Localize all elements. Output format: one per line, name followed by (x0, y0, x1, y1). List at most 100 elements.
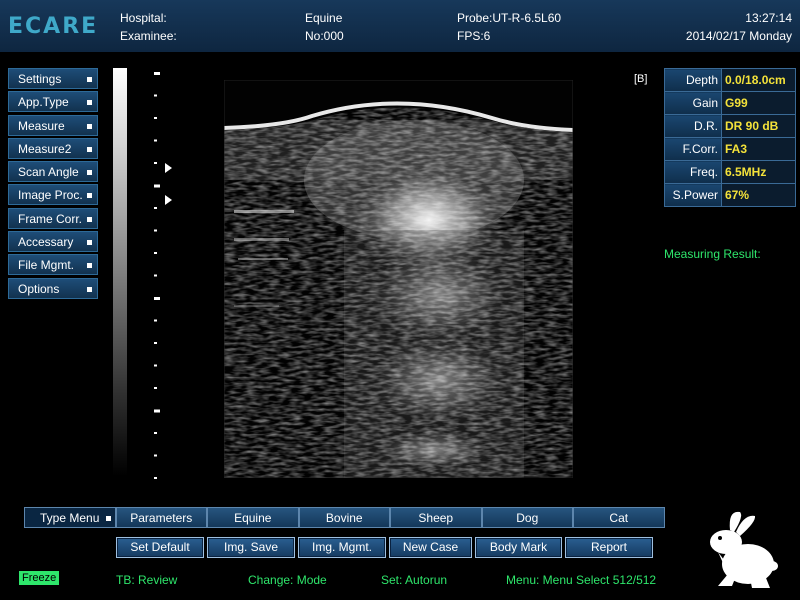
param-row: S.Power 67% (664, 183, 796, 207)
depth-tick (154, 432, 157, 434)
menu-marker-icon (87, 193, 92, 199)
param-row: Depth 0.0/18.0cm (664, 68, 796, 92)
menu-marker-icon (87, 216, 92, 222)
action-buttons: Set Default Img. Save Img. Mgmt. New Cas… (116, 537, 653, 558)
menu-marker-icon (87, 123, 92, 129)
freeze-indicator: Freeze (19, 571, 60, 585)
depth-tick (154, 297, 160, 300)
menu-item-accessary[interactable]: Accessary (8, 231, 98, 253)
depth-tick (154, 342, 157, 344)
depth-tick (154, 252, 157, 254)
menu-marker-icon (105, 516, 111, 521)
grayscale-bar (113, 68, 127, 476)
measuring-result-label: Measuring Result: (664, 247, 761, 261)
clock-date: 2014/02/17 Monday (685, 29, 792, 43)
new-case-button[interactable]: New Case (389, 537, 472, 558)
param-value: 67% (721, 183, 796, 207)
menu-item-measure2[interactable]: Measure2 (8, 137, 98, 159)
menu-item-label: Measure2 (18, 141, 72, 156)
param-value: DR 90 dB (721, 114, 796, 138)
rabbit-body-mark-icon (710, 511, 778, 588)
menu-item-frame-corr[interactable]: Frame Corr. (8, 207, 98, 229)
param-label: F.Corr. (664, 137, 722, 161)
menu-item-label: File Mgmt. (18, 258, 75, 273)
param-label: S.Power (664, 183, 722, 207)
menu-item-label: Scan Angle (18, 165, 79, 180)
depth-tick (154, 207, 157, 209)
case-number: No:000 (305, 29, 344, 43)
param-row: Freq. 6.5MHz (664, 160, 796, 184)
menu-item-label: Accessary (18, 235, 74, 250)
menu-item-file-mgmt[interactable]: File Mgmt. (8, 254, 98, 276)
examinee-label: Examinee: (120, 29, 177, 43)
menu-item-measure[interactable]: Measure (8, 114, 98, 136)
param-label: Freq. (664, 160, 722, 184)
menu-item-scan-angle[interactable]: Scan Angle (8, 161, 98, 183)
clock-time: 13:27:14 (745, 11, 792, 25)
tab-cat[interactable]: Cat (573, 507, 665, 528)
probe-info: Probe:UT-R-6.5L60 (457, 11, 562, 25)
depth-tick (154, 319, 157, 322)
param-value: G99 (721, 91, 796, 115)
menu-item-label: Frame Corr. (18, 211, 83, 226)
param-label: Gain (664, 91, 722, 115)
param-value: 6.5MHz (721, 160, 796, 184)
menu-item-label: Image Proc. (18, 188, 83, 203)
param-row: Gain G99 (664, 91, 796, 115)
header-bar: ECARE Hospital: Examinee: Equine No:000 … (0, 0, 800, 52)
menu-marker-icon (87, 263, 92, 269)
param-row: D.R. DR 90 dB (664, 114, 796, 138)
depth-tick (154, 454, 157, 457)
tab-type-menu[interactable]: Type Menu (24, 507, 116, 528)
depth-tick (154, 94, 157, 97)
depth-tick (154, 117, 157, 119)
depth-tick (154, 162, 157, 164)
param-label: D.R. (664, 114, 722, 138)
brand-logo: ECARE (8, 14, 99, 39)
param-value: FA3 (721, 137, 796, 161)
set-default-button[interactable]: Set Default (116, 537, 204, 558)
depth-tick (154, 274, 157, 277)
depth-tick (154, 229, 157, 232)
depth-tick (154, 387, 157, 389)
tab-equine[interactable]: Equine (207, 507, 299, 528)
ultrasound-scan-graphic (224, 80, 573, 478)
param-value: 0.0/18.0cm (721, 68, 796, 92)
status-menu: Menu: Menu Select 512/512 (506, 573, 657, 587)
menu-marker-icon (87, 170, 92, 176)
depth-scale (154, 72, 172, 479)
menu-item-options[interactable]: Options (8, 277, 98, 299)
tab-label: Type Menu (40, 511, 100, 525)
menu-marker-icon (87, 146, 92, 152)
menu-item-app-type[interactable]: App.Type (8, 91, 98, 113)
tab-parameters[interactable]: Parameters (115, 507, 207, 528)
depth-tick (154, 477, 157, 479)
depth-tick (154, 139, 157, 142)
depth-tick (154, 364, 157, 367)
img-mgmt-button[interactable]: Img. Mgmt. (298, 537, 386, 558)
hospital-label: Hospital: (120, 11, 167, 25)
menu-item-label: Options (18, 281, 60, 296)
depth-tick (154, 72, 160, 75)
type-menu-tabs: Type Menu Parameters Equine Bovine Sheep… (24, 507, 665, 528)
focus-marker-icon (165, 163, 172, 173)
left-menu: Settings App.Type Measure Measure2 Scan … (8, 68, 98, 301)
tab-dog[interactable]: Dog (481, 507, 573, 528)
parameter-panel: Depth 0.0/18.0cm Gain G99 D.R. DR 90 dB F.C… (664, 68, 796, 207)
ultrasound-image[interactable] (224, 80, 573, 478)
menu-marker-icon (87, 100, 92, 106)
body-mark-button[interactable]: Body Mark (475, 537, 562, 558)
menu-marker-icon (87, 77, 92, 82)
report-button[interactable]: Report (565, 537, 653, 558)
menu-item-settings[interactable]: Settings (8, 68, 98, 89)
status-tb: TB: Review (116, 573, 178, 587)
tab-sheep[interactable]: Sheep (390, 507, 482, 528)
menu-item-image-proc[interactable]: Image Proc. (8, 184, 98, 206)
tab-bovine[interactable]: Bovine (298, 507, 390, 528)
image-mode-tag: [B] (634, 73, 648, 85)
depth-tick (154, 409, 160, 413)
menu-item-label: App.Type (18, 95, 69, 110)
status-set: Set: Autorun (381, 573, 448, 587)
param-row: F.Corr. FA3 (664, 137, 796, 161)
img-save-button[interactable]: Img. Save (207, 537, 295, 558)
